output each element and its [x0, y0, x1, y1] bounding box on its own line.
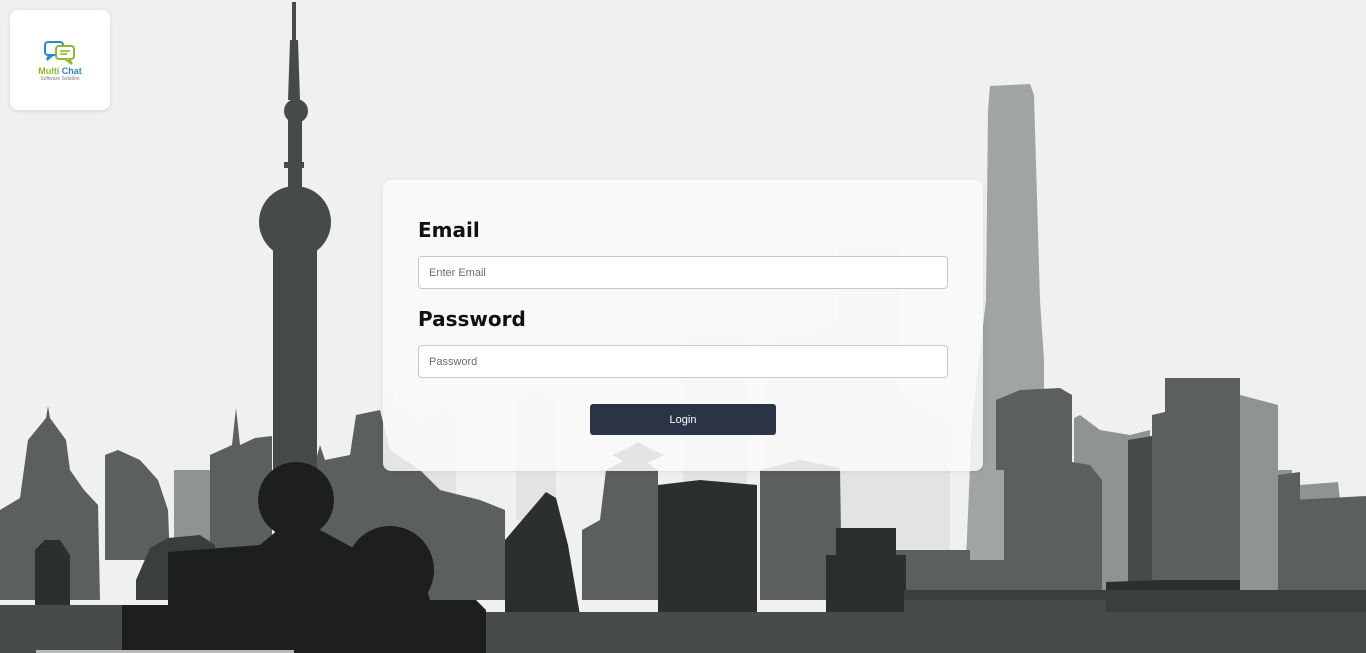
email-input[interactable]	[418, 256, 948, 289]
logo-subtitle: Software Solution	[40, 76, 80, 82]
password-input[interactable]	[418, 345, 948, 378]
login-page: Multi Chat Software Solution Email Passw…	[0, 0, 1366, 653]
chat-bubbles-icon	[44, 41, 75, 65]
password-label: Password	[418, 307, 526, 331]
logo-title-part2: Chat	[59, 66, 82, 76]
email-label: Email	[418, 218, 480, 242]
brand-logo[interactable]: Multi Chat Software Solution	[10, 10, 110, 110]
login-form: Email Password Login	[383, 180, 983, 471]
logo-title-part1: Multi	[38, 66, 60, 76]
logo-title: Multi Chat	[38, 66, 82, 76]
login-button[interactable]: Login	[590, 404, 776, 435]
